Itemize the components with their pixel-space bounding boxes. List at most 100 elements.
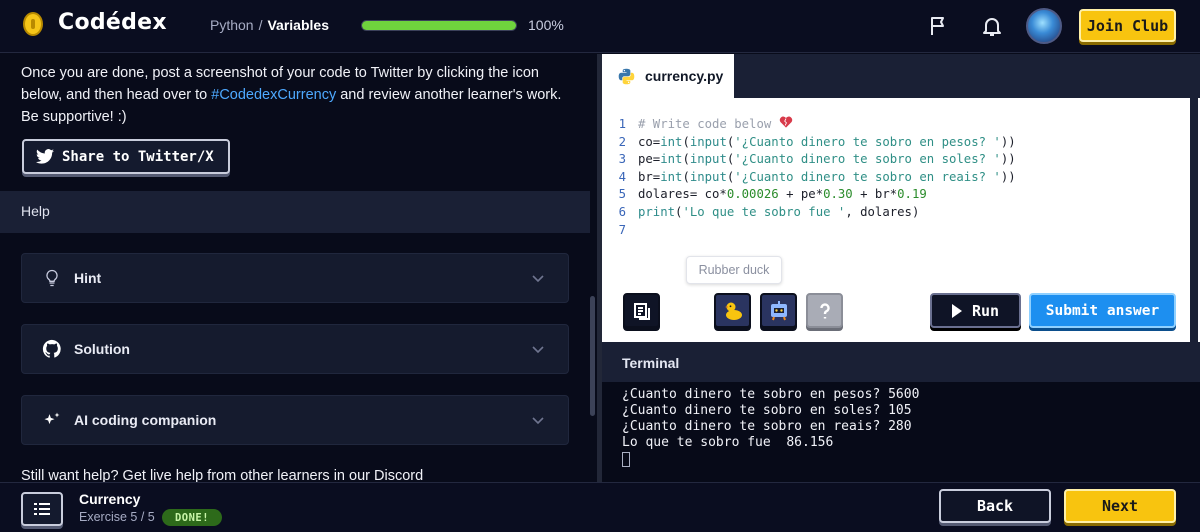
rubber-duck-button[interactable]	[714, 293, 751, 328]
exercise-list-button[interactable]	[21, 492, 63, 526]
solution-label: Solution	[74, 341, 130, 357]
code-line: 5 dolares= co* 0.00026 + pe* 0.30 + br* 0.1…	[602, 186, 1182, 204]
code-string: '¿Cuanto dinero te sobro en reais? '	[734, 169, 1001, 184]
code-string: '¿Cuanto dinero te sobro en soles? '	[734, 152, 1001, 167]
code-token: ))	[1000, 152, 1016, 167]
code-token: (	[726, 152, 735, 167]
flag-icon[interactable]	[927, 14, 951, 38]
join-club-button[interactable]: Join Club	[1079, 9, 1176, 42]
chevron-down-icon	[532, 275, 544, 283]
line-number: 7	[618, 222, 626, 237]
code-token: ))	[1000, 169, 1016, 184]
code-token: int	[660, 169, 683, 184]
tab-currency-py[interactable]: currency.py	[602, 54, 734, 98]
next-button[interactable]: Next	[1064, 489, 1176, 523]
copy-button[interactable]	[623, 293, 660, 328]
code-token: input	[689, 152, 727, 167]
share-to-twitter-button[interactable]: Share to Twitter/X	[22, 139, 230, 174]
code-token: (	[682, 169, 690, 184]
chevron-down-icon	[532, 346, 544, 354]
code-token: (	[682, 134, 690, 149]
heart-icon	[779, 116, 792, 128]
terminal-output[interactable]: ¿Cuanto dinero te sobro en pesos? 5600 ¿…	[622, 387, 919, 467]
help-button[interactable]	[806, 293, 843, 328]
code-line: 4 br= int(input('¿Cuanto dinero te sobro …	[602, 169, 1182, 187]
progress-bar-fill	[362, 21, 516, 30]
code-number: 0.00026	[726, 187, 779, 202]
breadcrumb: Python / Variables	[210, 17, 329, 33]
terminal-line: ¿Cuanto dinero te sobro en soles? 105	[622, 403, 912, 418]
help-section-header: Help	[0, 191, 590, 233]
done-badge: DONE!	[162, 509, 222, 526]
submit-answer-button[interactable]: Submit answer	[1029, 293, 1176, 328]
terminal-line: Lo que te sobro fue 86.156	[622, 435, 834, 450]
copy-icon	[633, 302, 650, 320]
bell-icon[interactable]	[980, 14, 1004, 38]
play-icon	[951, 303, 962, 318]
editor-tab-bar: currency.py	[602, 54, 1200, 98]
terminal-cursor	[622, 452, 630, 467]
code-token: , dolares)	[845, 204, 920, 219]
left-panel-scrollbar[interactable]	[590, 296, 595, 416]
line-number: 3	[618, 152, 626, 167]
run-button[interactable]: Run	[930, 293, 1021, 328]
instructions-panel: Once you are done, post a screenshot of …	[0, 54, 597, 482]
code-line: 6 print('Lo que te sobro fue ', dolares)	[602, 204, 1182, 222]
code-token: co=	[638, 134, 661, 149]
ai-companion-label: AI coding companion	[74, 412, 217, 428]
back-button[interactable]: Back	[939, 489, 1051, 523]
sparkle-icon	[44, 412, 60, 425]
solution-accordion[interactable]: Solution	[21, 324, 569, 374]
tab-label: currency.py	[645, 68, 724, 84]
breadcrumb-chapter[interactable]: Variables	[267, 17, 329, 33]
code-token: + pe*	[778, 187, 824, 202]
editor-scrollbar[interactable]	[1190, 54, 1198, 342]
code-token: (	[726, 134, 735, 149]
code-token: (	[726, 169, 735, 184]
rubber-duck-tooltip: Rubber duck	[686, 256, 782, 284]
logo-text[interactable]: Codédex	[58, 10, 167, 35]
code-token: print	[638, 204, 676, 219]
duck-icon	[724, 302, 742, 320]
python-icon	[618, 68, 635, 84]
avatar[interactable]	[1026, 8, 1062, 44]
progress-percent: 100%	[528, 17, 564, 33]
instructions-text: Once you are done, post a screenshot of …	[21, 62, 581, 128]
terminal-title: Terminal	[622, 355, 680, 371]
code-line: 1 # Write code below	[602, 116, 1182, 134]
line-number: 1	[618, 117, 626, 131]
line-number: 4	[618, 169, 626, 184]
progress-bar	[361, 20, 517, 31]
breadcrumb-course[interactable]: Python	[210, 17, 254, 33]
code-token: br=	[638, 169, 661, 184]
chevron-down-icon	[532, 417, 544, 425]
github-icon	[42, 339, 61, 358]
ai-helper-button[interactable]	[760, 293, 797, 328]
codedex-logo-icon[interactable]	[23, 12, 43, 36]
code-string: '¿Cuanto dinero te sobro en pesos? '	[734, 134, 1001, 149]
lightbulb-icon	[46, 269, 58, 287]
hint-label: Hint	[74, 270, 102, 286]
code-comment: # Write code below	[638, 117, 779, 131]
exercise-count: Exercise 5 / 5	[79, 510, 155, 524]
code-line: 2 co= int(input('¿Cuanto dinero te sobro …	[602, 134, 1182, 152]
line-number: 5	[618, 187, 626, 202]
question-icon	[819, 302, 830, 318]
share-button-label: Share to Twitter/X	[62, 148, 214, 165]
code-token: input	[689, 134, 727, 149]
help-label: Help	[21, 203, 50, 219]
hashtag-link[interactable]: #CodedexCurrency	[211, 87, 336, 103]
code-token: int	[660, 152, 683, 167]
line-number: 2	[618, 134, 626, 149]
code-line: 7	[602, 222, 1182, 240]
code-string: 'Lo que te sobro fue '	[682, 204, 846, 219]
code-area[interactable]: 1 # Write code below 2 co= int(input('¿Cu…	[602, 116, 1182, 239]
code-number: 0.30	[823, 187, 853, 202]
bottom-bar: Currency Exercise 5 / 5 DONE! Back Next	[0, 482, 1200, 532]
ai-coding-companion-accordion[interactable]: AI coding companion	[21, 395, 569, 445]
run-label: Run	[971, 301, 1000, 320]
code-token: (	[675, 204, 683, 219]
hint-accordion[interactable]: Hint	[21, 253, 569, 303]
code-token: input	[689, 169, 727, 184]
discord-help-text: Still want help? Get live help from othe…	[21, 468, 424, 482]
